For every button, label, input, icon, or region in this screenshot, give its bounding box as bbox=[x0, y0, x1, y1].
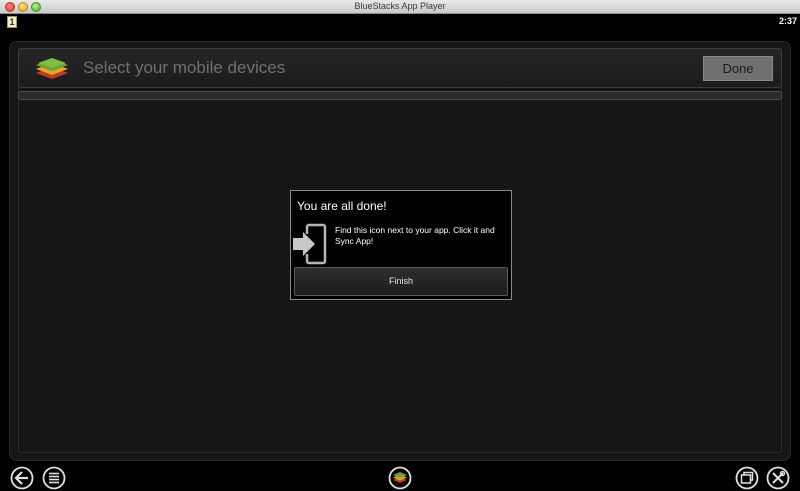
android-status-bar: 1 2:37 bbox=[0, 15, 800, 29]
bluestacks-home-icon[interactable] bbox=[388, 466, 412, 490]
window-titlebar: BlueStacks App Player bbox=[0, 0, 800, 14]
bottom-nav-bar bbox=[0, 463, 800, 491]
dialog-title: You are all done! bbox=[297, 199, 387, 213]
progress-bar bbox=[18, 91, 782, 100]
bluestacks-logo-icon bbox=[36, 58, 68, 79]
back-arrow-icon[interactable] bbox=[10, 466, 34, 490]
finish-button[interactable]: Finish bbox=[294, 267, 508, 296]
status-clock: 2:37 bbox=[778, 16, 797, 26]
done-button[interactable]: Done bbox=[703, 56, 773, 81]
settings-tools-icon[interactable] bbox=[766, 466, 790, 490]
dialog-message: Find this icon next to your app. Click i… bbox=[335, 225, 495, 246]
notification-icon[interactable]: 1 bbox=[7, 16, 17, 28]
page-title: Select your mobile devices bbox=[83, 58, 286, 77]
menu-list-icon[interactable] bbox=[42, 466, 66, 490]
completion-dialog: You are all done! Find this icon next to… bbox=[290, 190, 512, 300]
sync-app-icon bbox=[293, 223, 327, 265]
window-mode-icon[interactable] bbox=[735, 466, 759, 490]
app-window: BlueStacks App Player 1 2:37 Select your… bbox=[0, 0, 800, 491]
page-header: Select your mobile devices Done bbox=[18, 48, 782, 88]
window-title: BlueStacks App Player bbox=[354, 1, 446, 11]
